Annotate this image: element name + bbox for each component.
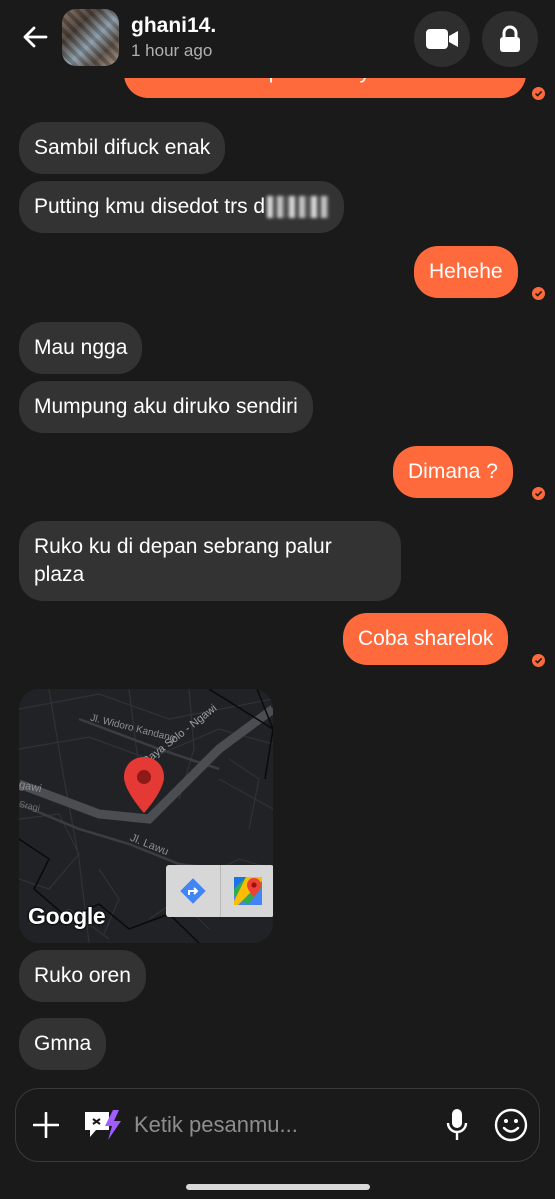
back-button[interactable] — [18, 20, 52, 54]
open-in-maps-button[interactable] — [220, 865, 273, 917]
message-text: Ruko oren — [34, 964, 131, 987]
home-indicator[interactable] — [186, 1184, 370, 1190]
map-pin-icon — [124, 757, 164, 813]
message-text: Dimana ? — [408, 460, 498, 483]
read-receipt-icon — [532, 287, 545, 300]
message-input[interactable] — [134, 1105, 424, 1145]
video-call-button[interactable] — [414, 11, 470, 67]
chat-username[interactable]: ghani14. — [131, 14, 216, 38]
emoji-icon — [494, 1108, 528, 1142]
arrow-left-icon — [23, 26, 48, 48]
video-camera-icon — [426, 29, 458, 49]
message-outgoing[interactable]: Hehehe — [414, 246, 518, 298]
voice-message-button[interactable] — [440, 1107, 474, 1143]
message-text-line: Ruko ku di depan sebrang palur — [34, 535, 332, 558]
message-outgoing[interactable]: Coba sharelok — [343, 613, 509, 665]
plus-icon — [33, 1112, 59, 1138]
read-receipt-icon — [532, 87, 545, 100]
message-incoming[interactable]: Mumpung aku diruko sendiri — [19, 381, 313, 433]
message-text: Putting kmu disedot trs d — [34, 195, 266, 218]
avatar[interactable] — [62, 9, 119, 66]
microphone-icon — [446, 1109, 468, 1140]
lock-button[interactable] — [482, 11, 538, 67]
message-incoming[interactable]: Putting kmu disedot trs d — [19, 181, 345, 233]
message-incoming[interactable]: Sambil difuck enak — [19, 122, 226, 174]
message-text: Coba sharelok — [358, 627, 494, 650]
shared-location-map[interactable]: Jl. Widoro Kandang Jl. Raya Solo - Ngawi… — [19, 689, 273, 943]
message-text-line: plaza — [34, 563, 85, 586]
last-seen-status: 1 hour ago — [131, 41, 213, 60]
message-text: Gmna — [34, 1032, 92, 1055]
sticker-icon — [85, 1110, 121, 1140]
message-text: Mau ngga — [34, 336, 128, 359]
message-composer — [15, 1088, 540, 1162]
google-maps-icon — [233, 877, 262, 905]
read-receipt-icon — [532, 654, 545, 667]
message-incoming[interactable]: Gmna — [19, 1018, 107, 1070]
map-actions — [166, 865, 273, 917]
directions-icon — [180, 878, 206, 904]
message-text: Mumpung aku diruko sendiri — [34, 395, 298, 418]
lock-icon — [500, 25, 520, 52]
google-logo: Google — [28, 903, 106, 929]
message-outgoing[interactable]: Dimana ? — [393, 446, 513, 498]
add-attachment-button[interactable] — [29, 1108, 63, 1142]
message-text: Hehehe — [429, 260, 503, 283]
message-incoming[interactable]: Ruko oren — [19, 950, 146, 1002]
message-incoming[interactable]: Mau ngga — [19, 322, 143, 374]
read-receipt-icon — [532, 487, 545, 500]
message-text: Sambil difuck enak — [34, 136, 211, 159]
message-incoming[interactable]: Ruko ku di depan sebrang palur plaza — [19, 521, 401, 601]
chat-screen: ghani14. 1 hour ago akses ke foto pribad… — [0, 0, 555, 1199]
emoji-button[interactable] — [493, 1107, 529, 1143]
sticker-button[interactable] — [82, 1108, 124, 1142]
censored-content — [267, 196, 330, 219]
chat-header: ghani14. 1 hour ago — [0, 0, 555, 78]
directions-button[interactable] — [166, 865, 220, 917]
